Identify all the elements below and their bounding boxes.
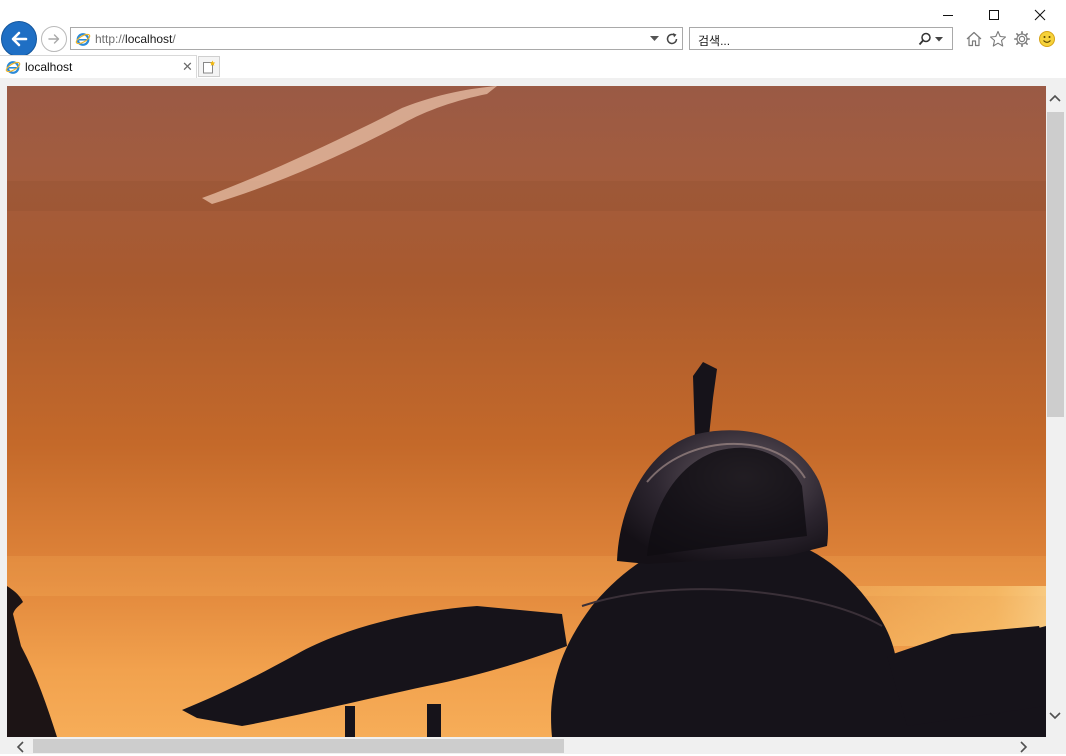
refresh-icon[interactable] bbox=[665, 32, 679, 46]
minimize-button[interactable] bbox=[925, 0, 971, 30]
new-tab-icon bbox=[203, 60, 216, 73]
url-host: localhost bbox=[125, 32, 173, 46]
vertical-scroll-thumb[interactable] bbox=[1047, 112, 1064, 417]
back-icon bbox=[11, 31, 28, 47]
horizontal-scroll-thumb[interactable] bbox=[33, 739, 564, 753]
new-tab-button[interactable] bbox=[198, 56, 220, 77]
scroll-down-icon[interactable] bbox=[1049, 708, 1061, 724]
scrollbar-corner bbox=[1046, 737, 1066, 754]
address-url: http://localhost/ bbox=[95, 32, 176, 46]
search-icon[interactable] bbox=[918, 32, 932, 46]
gear-icon bbox=[1014, 31, 1030, 47]
search-dropdown-icon[interactable] bbox=[935, 37, 943, 42]
minimize-icon bbox=[943, 15, 953, 16]
forward-button[interactable] bbox=[41, 26, 67, 52]
home-button[interactable] bbox=[964, 29, 984, 49]
sunset-jet-photo bbox=[7, 86, 1046, 737]
dropdown-icon[interactable] bbox=[650, 36, 659, 42]
feedback-button[interactable] bbox=[1037, 29, 1057, 49]
address-bar[interactable]: http://localhost/ bbox=[70, 27, 683, 50]
home-icon bbox=[966, 31, 982, 47]
tools-button[interactable] bbox=[1012, 29, 1032, 49]
page-viewport bbox=[7, 86, 1046, 737]
ie-logo-icon bbox=[75, 33, 91, 46]
maximize-icon bbox=[989, 10, 999, 20]
tab-ie-logo-icon bbox=[5, 61, 21, 74]
tab-localhost[interactable]: localhost ✕ bbox=[0, 55, 197, 78]
back-button[interactable] bbox=[1, 21, 37, 57]
url-path: / bbox=[172, 32, 176, 46]
close-icon bbox=[1034, 9, 1046, 21]
favorites-star-icon bbox=[989, 30, 1007, 47]
close-window-button[interactable] bbox=[1017, 0, 1063, 30]
search-box[interactable]: 검색... bbox=[689, 27, 953, 50]
search-placeholder: 검색... bbox=[698, 34, 731, 48]
url-scheme: http:// bbox=[95, 32, 126, 46]
close-tab-button[interactable]: ✕ bbox=[182, 59, 193, 75]
tab-title: localhost bbox=[25, 60, 73, 74]
forward-icon bbox=[48, 34, 60, 44]
maximize-button[interactable] bbox=[971, 0, 1017, 30]
smiley-feedback-icon bbox=[1039, 31, 1055, 47]
favorites-button[interactable] bbox=[988, 29, 1008, 49]
scroll-up-icon[interactable] bbox=[1049, 90, 1061, 106]
